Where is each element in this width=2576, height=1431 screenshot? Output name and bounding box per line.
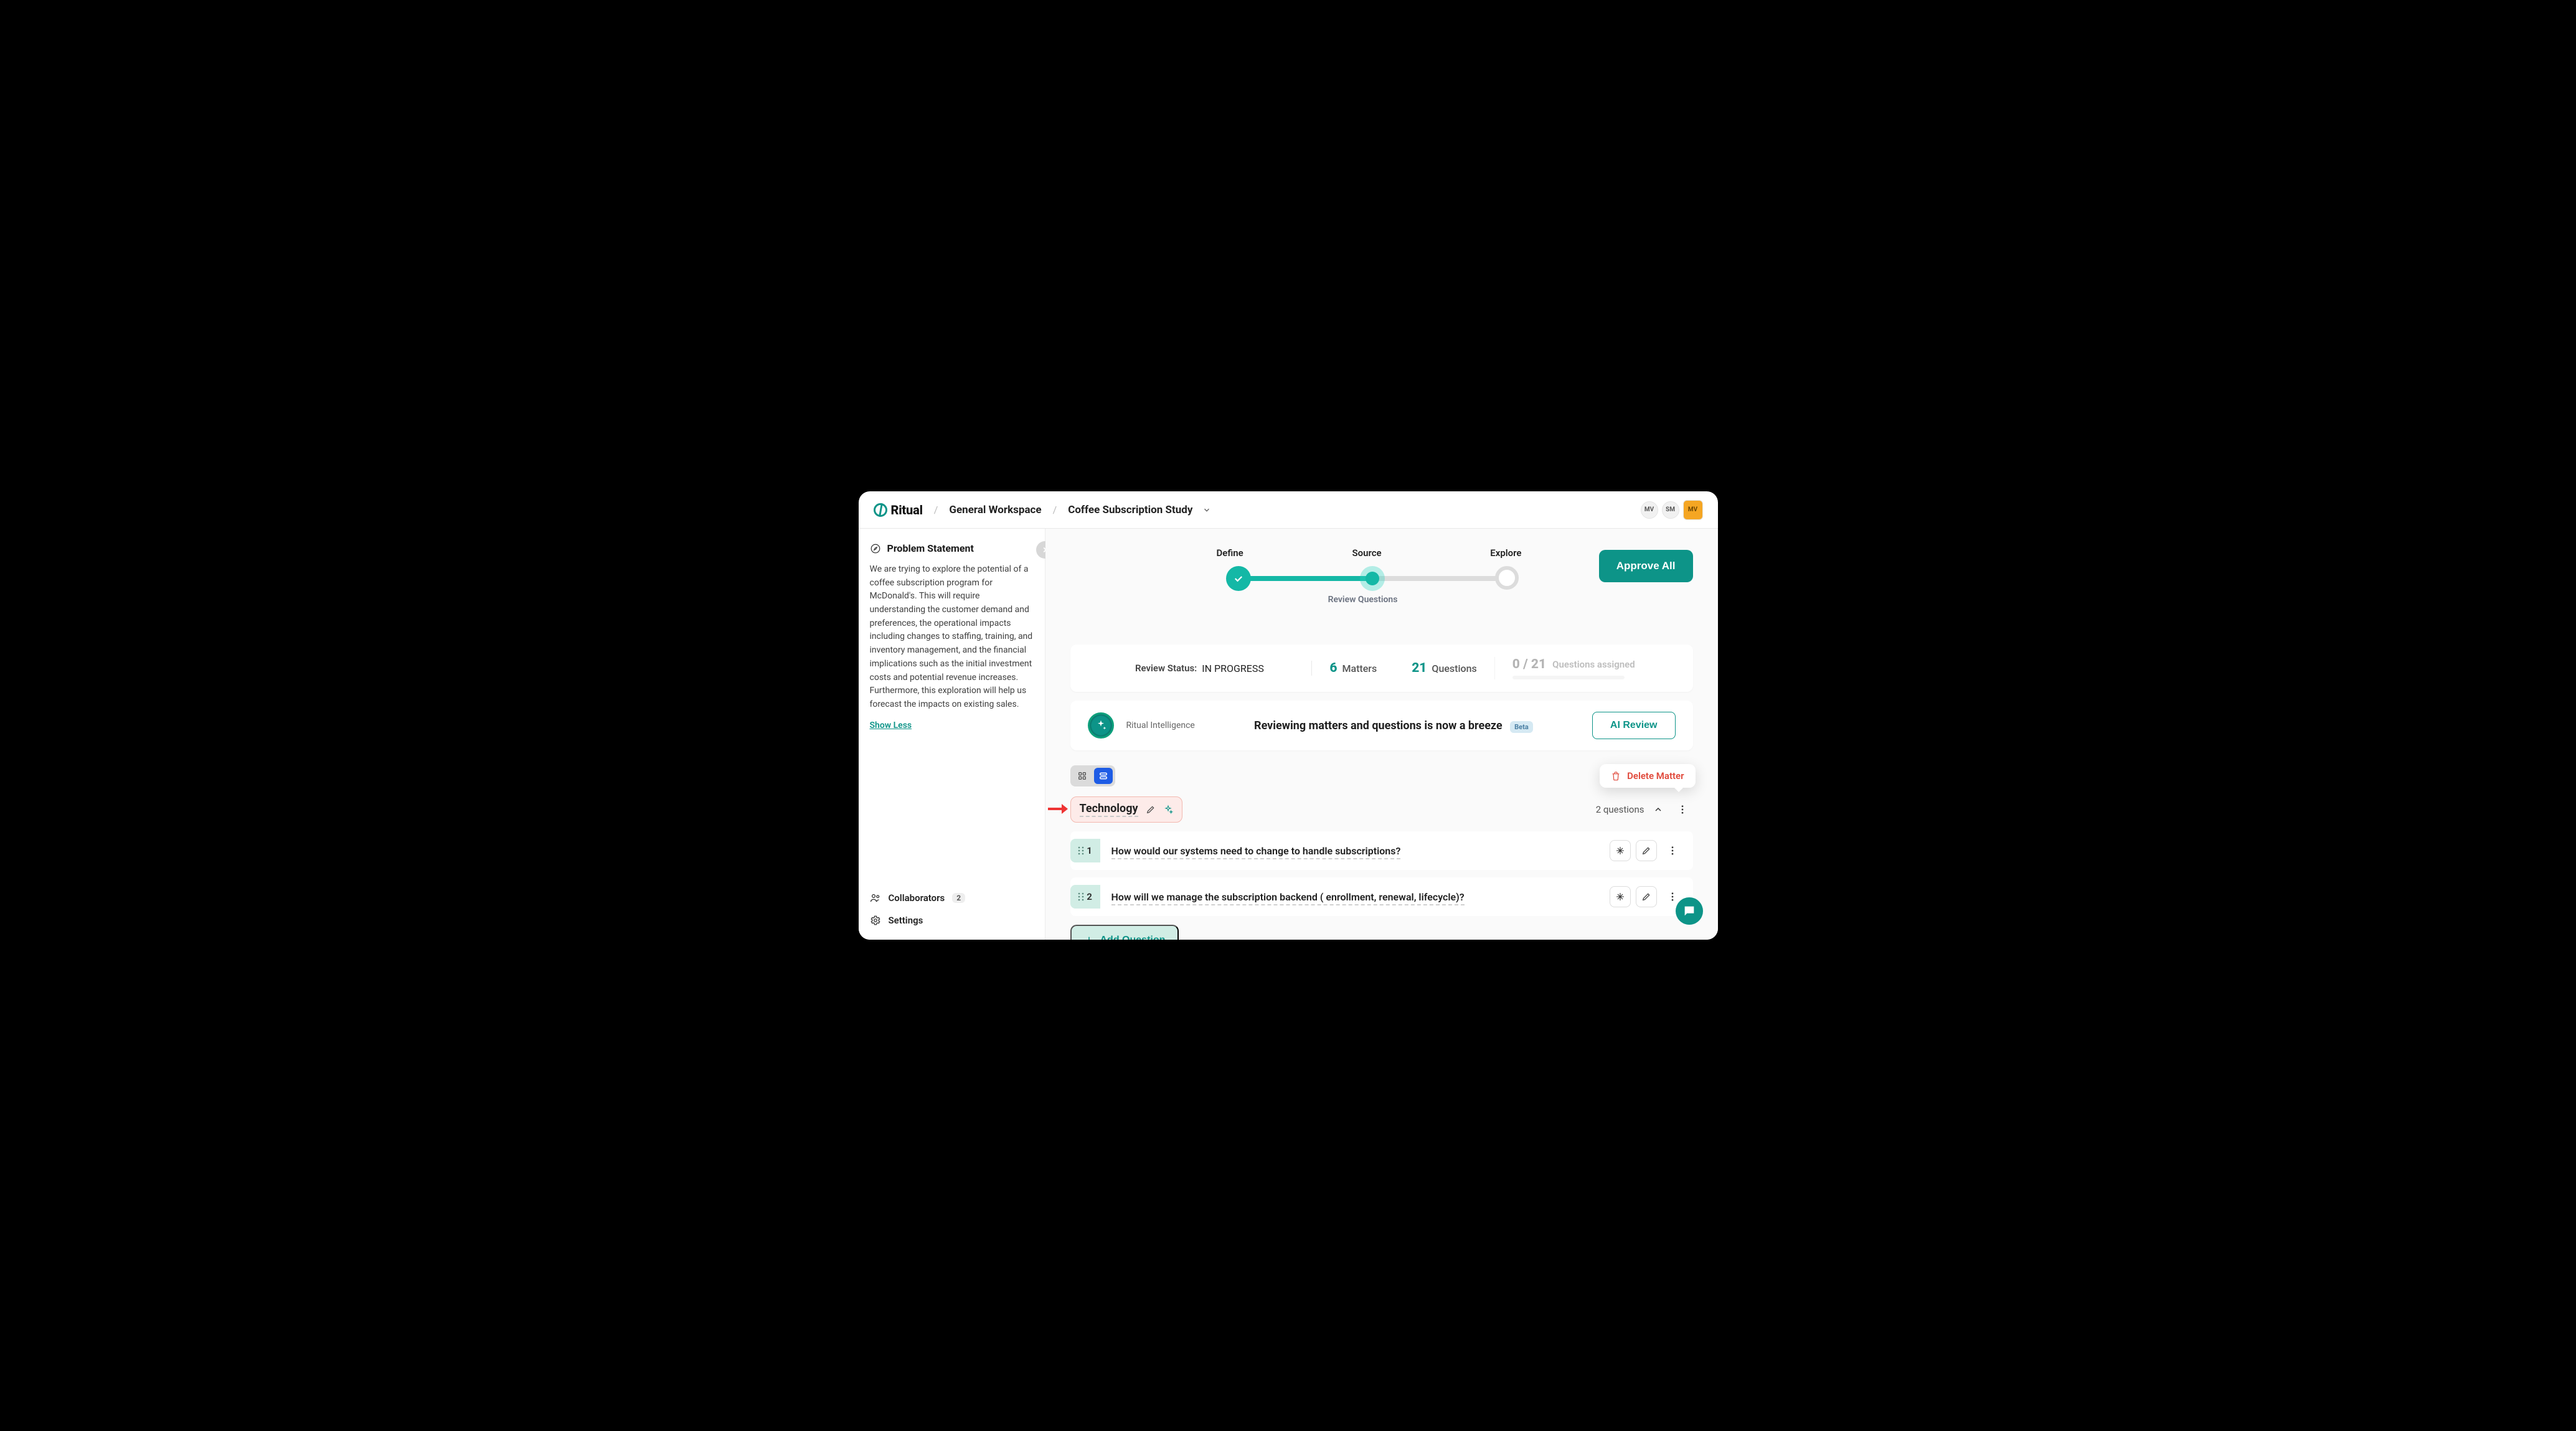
approve-all-button[interactable]: Approve All — [1599, 550, 1693, 582]
edit-button[interactable] — [1636, 840, 1657, 861]
delete-matter-label: Delete Matter — [1627, 770, 1684, 782]
delete-matter-popover[interactable]: Delete Matter — [1600, 764, 1695, 788]
review-status-value: IN PROGRESS — [1202, 663, 1264, 674]
matter-question-count: 2 questions — [1596, 804, 1644, 815]
matter-pill[interactable]: Technology — [1070, 796, 1182, 823]
sparkle-button[interactable] — [1610, 840, 1631, 861]
sidebar-item-collaborators[interactable]: Collaborators 2 — [870, 892, 1034, 904]
settings-label: Settings — [889, 915, 923, 926]
question-row: 2 How will we manage the subscription ba… — [1070, 877, 1693, 916]
questions-word: Questions — [1432, 663, 1476, 674]
list-view-button[interactable] — [1094, 768, 1113, 784]
plus-icon — [1084, 935, 1094, 940]
question-number: 2 — [1087, 891, 1092, 902]
ai-headline-row: Reviewing matters and questions is now a… — [1207, 719, 1580, 732]
matters-count: 6 — [1329, 661, 1337, 676]
ai-headline: Reviewing matters and questions is now a… — [1254, 719, 1503, 732]
stepper: Define Source Explore — [1083, 544, 1599, 630]
ai-label: Ritual Intelligence — [1126, 720, 1195, 730]
sparkle-badge-icon — [1088, 712, 1114, 739]
status-card: Review Status: IN PROGRESS 6 Matters 21 … — [1070, 645, 1693, 692]
sparkle-icon[interactable] — [1163, 805, 1173, 815]
question-text[interactable]: How will we manage the subscription back… — [1111, 891, 1465, 905]
view-toggle — [1070, 765, 1115, 786]
chat-fab[interactable] — [1676, 897, 1703, 925]
drag-handle[interactable]: 2 — [1070, 885, 1100, 909]
step-source-node[interactable] — [1360, 566, 1385, 591]
sidebar: Problem Statement We are trying to explo… — [859, 529, 1045, 940]
step-explore-label: Explore — [1490, 547, 1521, 559]
assigned-label: Questions assigned — [1552, 659, 1635, 670]
trash-icon — [1611, 771, 1621, 781]
question-number: 1 — [1087, 845, 1092, 856]
add-question-button[interactable]: Add Question — [1070, 925, 1179, 940]
beta-badge: Beta — [1510, 721, 1533, 733]
compass-icon — [870, 543, 881, 554]
matters-word: Matters — [1342, 663, 1377, 674]
review-status-label: Review Status: — [1135, 663, 1197, 674]
sidebar-item-settings[interactable]: Settings — [870, 915, 1034, 926]
logo-icon — [874, 503, 887, 517]
ai-review-button[interactable]: AI Review — [1592, 712, 1676, 739]
header: Ritual / General Workspace / Coffee Subs… — [859, 491, 1718, 529]
avatar-me[interactable]: MV — [1683, 500, 1703, 520]
avatar[interactable]: SM — [1662, 501, 1679, 519]
logo-text: Ritual — [891, 503, 923, 517]
drag-handle[interactable]: 1 — [1070, 839, 1100, 862]
step-explore-node[interactable] — [1495, 566, 1519, 590]
ai-card: Ritual Intelligence Reviewing matters an… — [1070, 701, 1693, 750]
avatar[interactable]: MV — [1641, 501, 1658, 519]
collaborators-count: 2 — [952, 893, 965, 903]
breadcrumb-workspace[interactable]: General Workspace — [949, 504, 1041, 516]
app-frame: Ritual / General Workspace / Coffee Subs… — [859, 491, 1718, 940]
avatars: MV SM MV — [1641, 500, 1703, 520]
problem-statement-text: We are trying to explore the potential o… — [870, 563, 1034, 712]
breadcrumb-project[interactable]: Coffee Subscription Study — [1068, 504, 1192, 516]
step-define-node[interactable] — [1226, 566, 1251, 591]
users-icon — [870, 892, 881, 904]
chevron-up-icon[interactable] — [1653, 805, 1663, 815]
sidebar-title: Problem Statement — [887, 542, 974, 554]
collaborators-label: Collaborators — [889, 892, 945, 904]
chevron-down-icon[interactable] — [1202, 506, 1211, 514]
question-more-button[interactable] — [1662, 840, 1683, 861]
progress-bar — [1512, 676, 1625, 679]
pencil-icon[interactable] — [1146, 805, 1156, 815]
logo[interactable]: Ritual — [874, 503, 923, 517]
questions-count: 21 — [1412, 661, 1427, 676]
assigned-count: 0 / 21 — [1512, 657, 1546, 672]
question-row: 1 How would our systems need to change t… — [1070, 831, 1693, 870]
step-source-label: Source — [1352, 547, 1381, 559]
breadcrumb-sep: / — [934, 504, 938, 516]
sparkle-button[interactable] — [1610, 886, 1631, 907]
callout-arrow-icon — [1047, 801, 1068, 816]
add-question-label: Add Question — [1100, 935, 1166, 940]
matter-title: Technology — [1080, 802, 1138, 817]
show-less-link[interactable]: Show Less — [870, 720, 1034, 730]
sidebar-title-row: Problem Statement — [870, 542, 1034, 554]
grid-view-button[interactable] — [1073, 768, 1092, 784]
step-define-label: Define — [1217, 547, 1243, 559]
main: Define Source Explore — [1045, 529, 1718, 940]
breadcrumb-sep: / — [1053, 504, 1057, 516]
edit-button[interactable] — [1636, 886, 1657, 907]
step-subtitle: Review Questions — [1301, 595, 1425, 605]
matter-more-button[interactable]: Delete Matter — [1672, 799, 1693, 820]
question-text[interactable]: How would our systems need to change to … — [1111, 845, 1401, 859]
gear-icon — [870, 915, 881, 926]
